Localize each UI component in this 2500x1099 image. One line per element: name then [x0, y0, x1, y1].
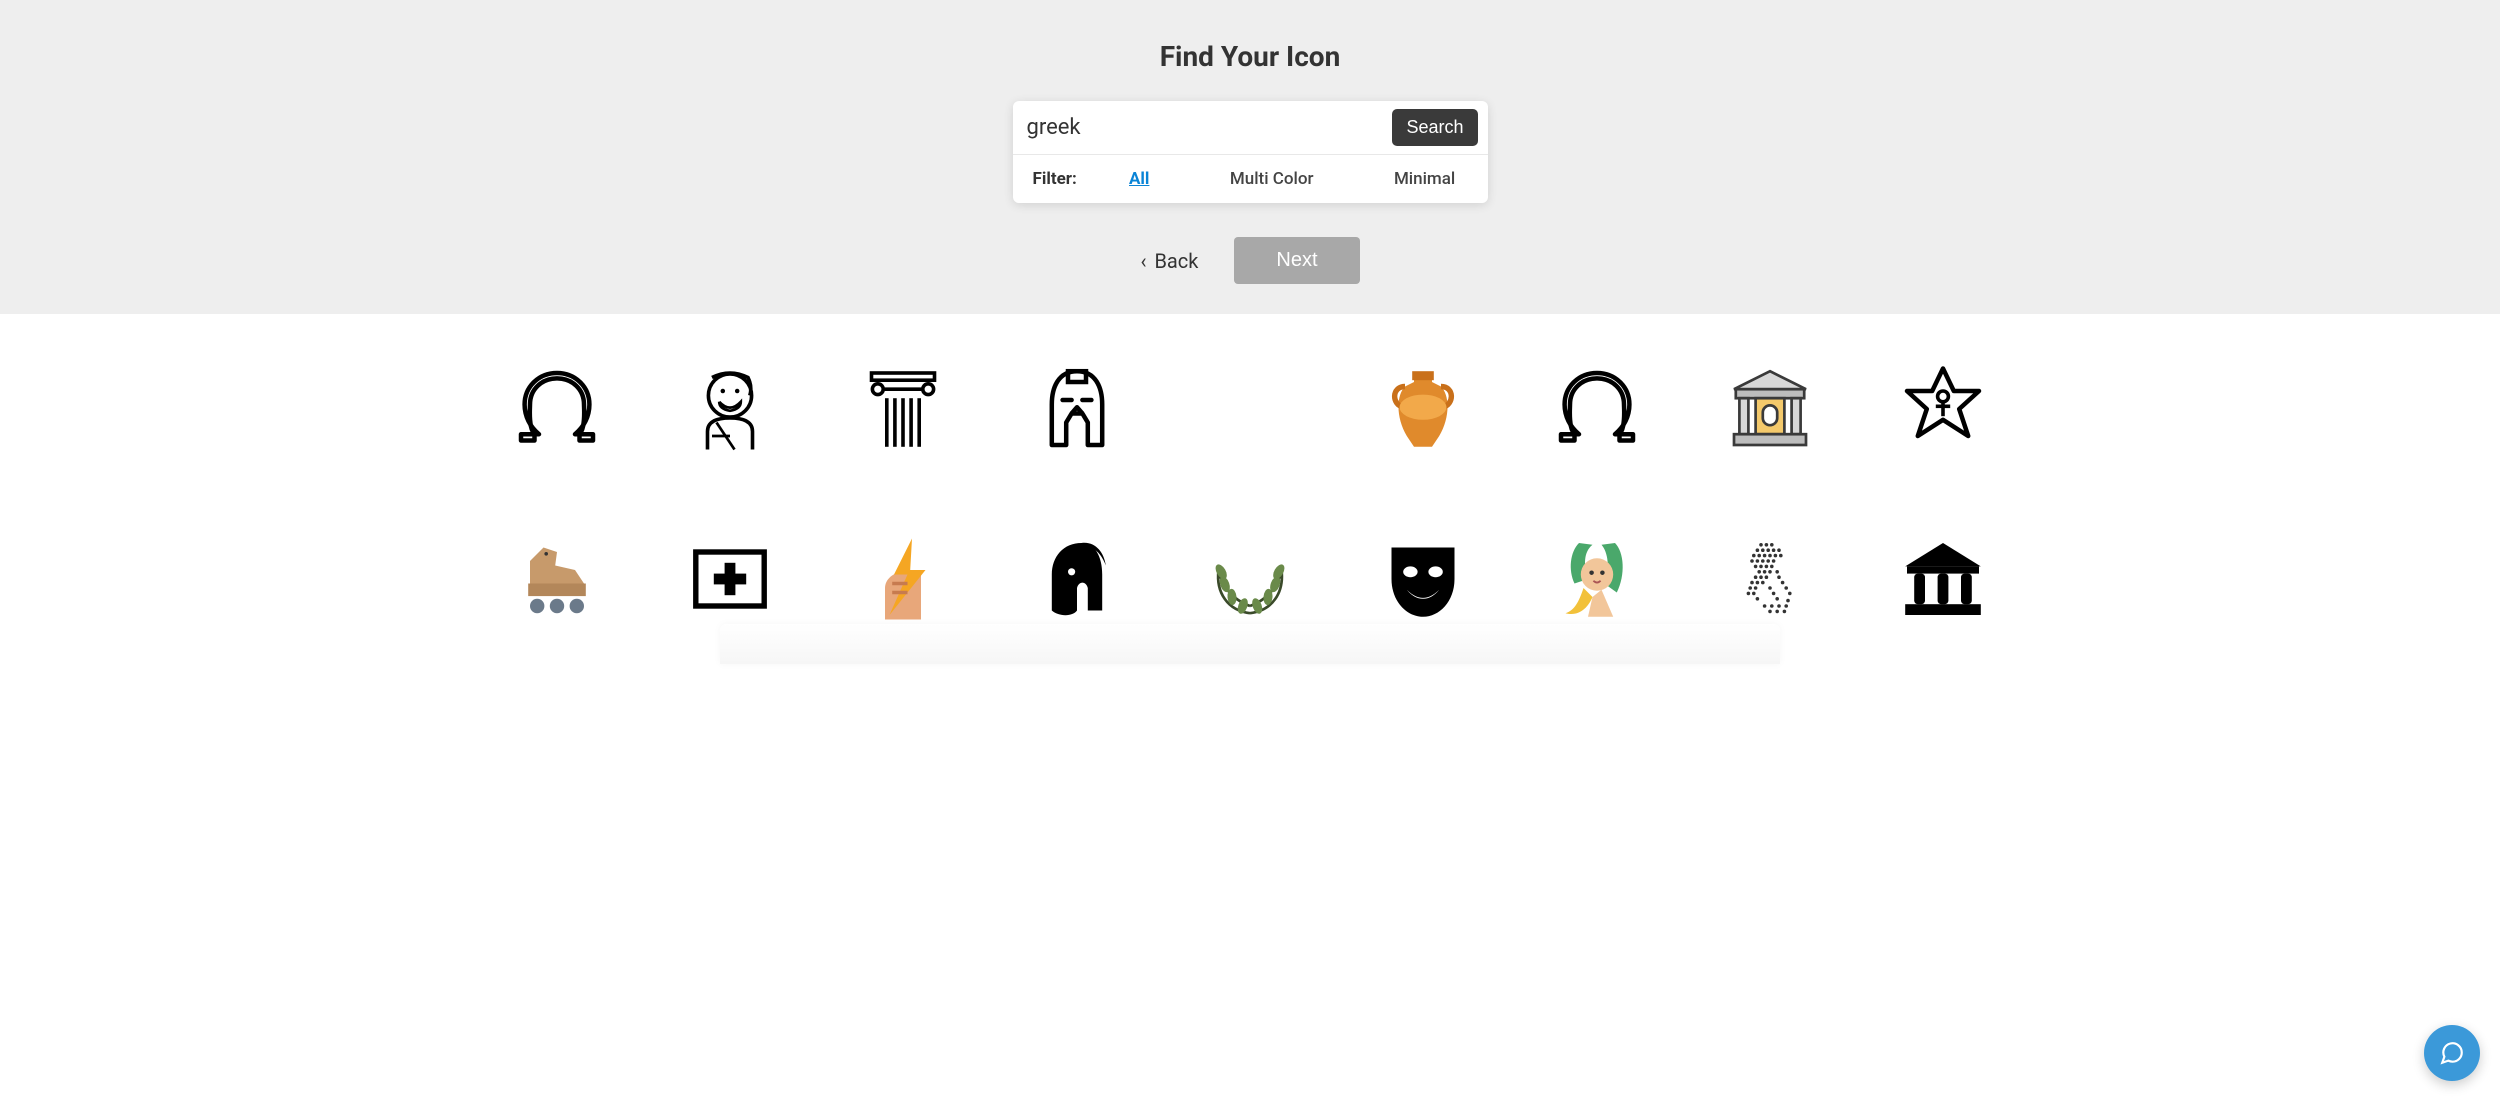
results-section [0, 314, 2500, 704]
zeus-lightning-fist-icon[interactable] [858, 534, 948, 624]
omega-outline-icon[interactable] [512, 364, 602, 454]
philosopher-icon[interactable] [685, 364, 775, 454]
search-row: Search [1013, 101, 1488, 155]
search-input[interactable] [1027, 111, 1393, 144]
greece-map-dots-icon[interactable] [1725, 534, 1815, 624]
spartan-helmet-outline-icon[interactable] [1032, 364, 1122, 454]
temple-color-icon[interactable] [1725, 364, 1815, 454]
ionic-column-icon[interactable] [858, 364, 948, 454]
laurel-wreath-icon[interactable] [1205, 534, 1295, 624]
greek-cross-box-icon[interactable] [685, 534, 775, 624]
corinthian-helmet-solid-icon[interactable] [1032, 534, 1122, 624]
trojan-horse-color-icon[interactable] [512, 534, 602, 624]
icon-grid [500, 364, 2000, 624]
bottom-panel-edge [720, 624, 1780, 664]
search-card: Search Filter: All Multi Color Minimal [1013, 101, 1488, 203]
amphora-color-icon[interactable] [1378, 364, 1468, 454]
mermaid-color-icon[interactable] [1552, 534, 1642, 624]
theater-mask-icon[interactable] [1378, 534, 1468, 624]
help-chat-button[interactable] [2424, 1025, 2480, 1081]
filter-options: All Multi Color Minimal [1117, 169, 1468, 189]
back-button[interactable]: ‹ Back [1140, 249, 1198, 273]
filter-row: Filter: All Multi Color Minimal [1013, 155, 1488, 203]
search-header-section: Find Your Icon Search Filter: All Multi … [0, 0, 2500, 314]
filter-option-minimal[interactable]: Minimal [1394, 169, 1455, 189]
page-title: Find Your Icon [20, 40, 2480, 73]
star-ankh-icon[interactable] [1898, 364, 1988, 454]
temple-solid-icon[interactable] [1898, 534, 1988, 624]
search-button[interactable]: Search [1392, 109, 1477, 146]
filter-label: Filter: [1033, 169, 1077, 189]
back-button-label: Back [1154, 249, 1198, 273]
next-button[interactable]: Next [1234, 237, 1359, 284]
chat-bubble-icon [2439, 1040, 2465, 1066]
omega-outline-alt-icon[interactable] [1552, 364, 1642, 454]
chevron-left-icon: ‹ [1140, 251, 1146, 271]
filter-option-all[interactable]: All [1129, 169, 1149, 189]
filter-option-multicolor[interactable]: Multi Color [1230, 169, 1314, 189]
nav-row: ‹ Back Next [20, 237, 2480, 284]
